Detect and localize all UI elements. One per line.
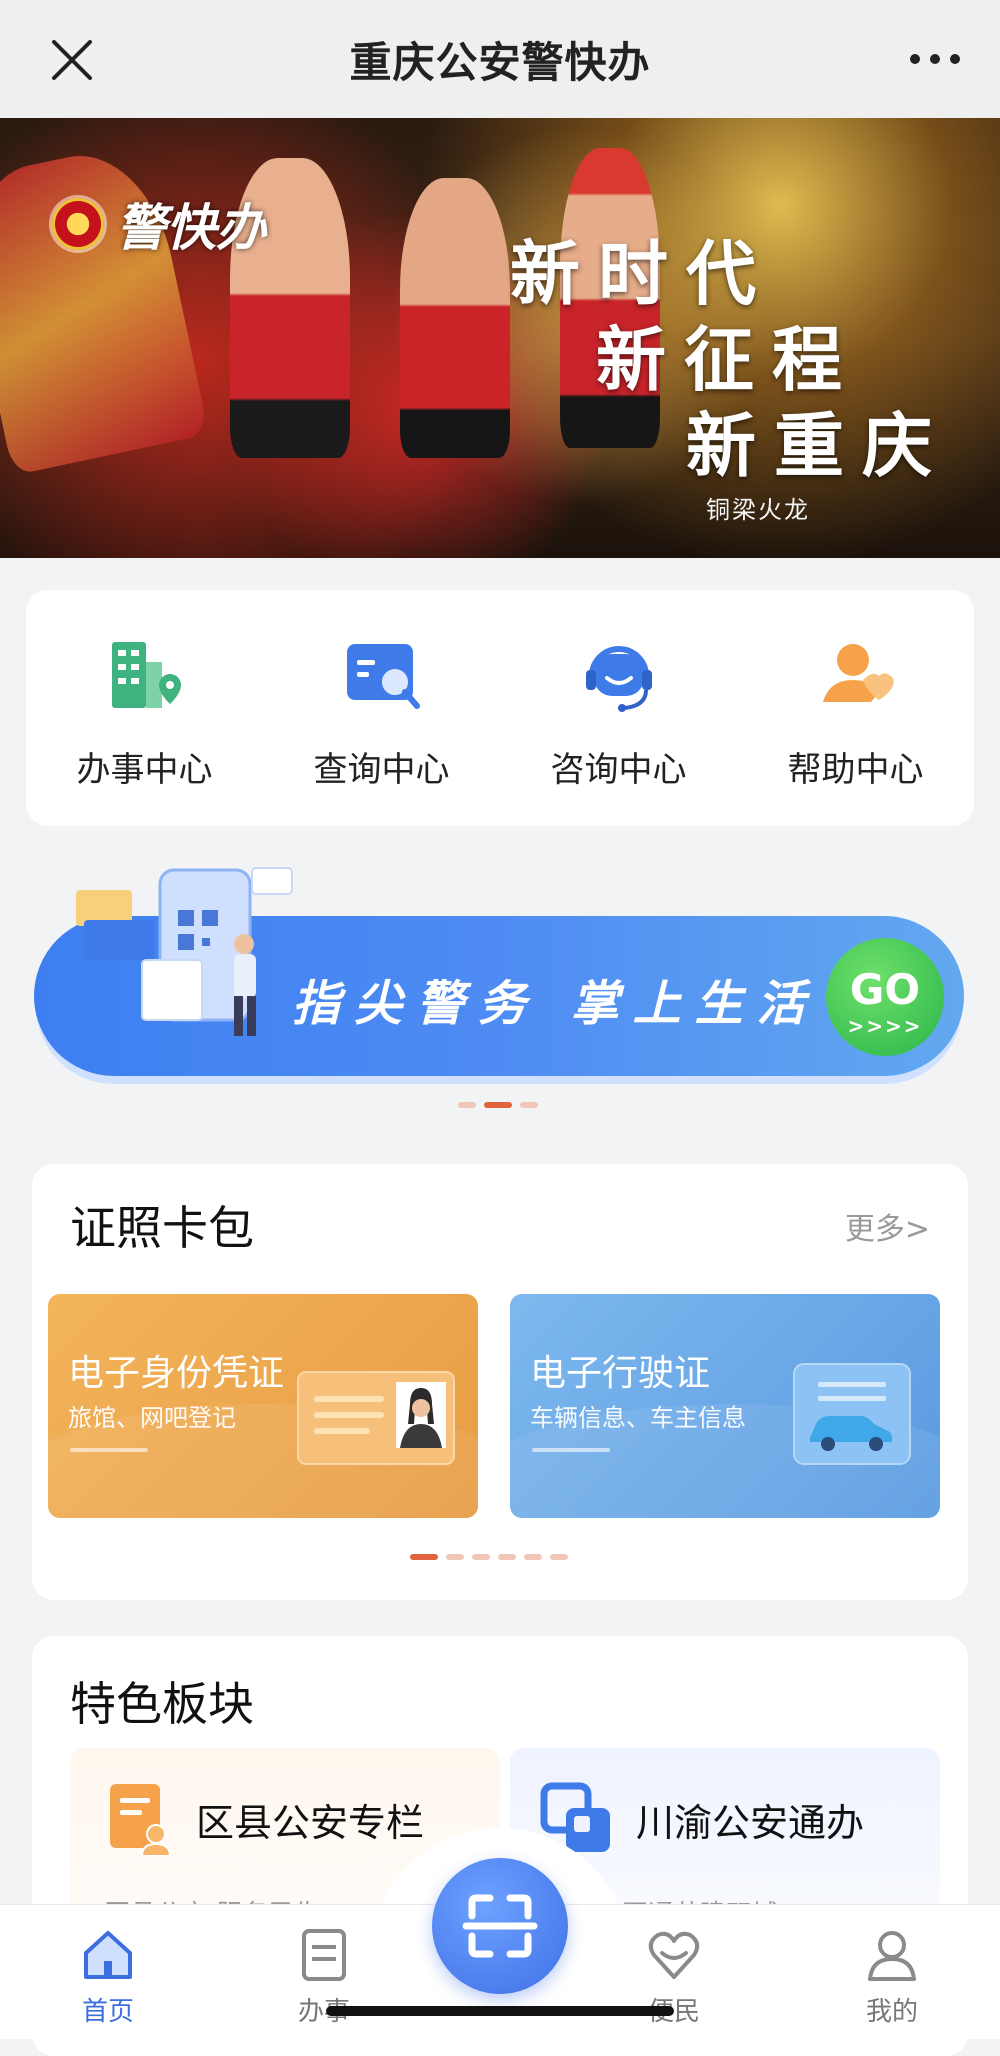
section-title: 证照卡包 xyxy=(70,1201,254,1255)
carousel-dot xyxy=(458,1102,476,1108)
license-name: 电子身份凭证 xyxy=(68,1353,285,1394)
carousel-dot-active xyxy=(484,1102,512,1108)
scan-button[interactable] xyxy=(432,1858,568,1994)
scan-icon xyxy=(462,1894,538,1958)
nav-label: 首页 xyxy=(81,1997,134,2027)
home-indicator xyxy=(326,2006,674,2016)
dancer-figure xyxy=(400,178,510,458)
top-bar: 重庆公安警快办 xyxy=(0,0,1000,118)
carousel-dot xyxy=(498,1554,516,1560)
go-arrows: >>>> xyxy=(847,1014,923,1038)
nav-item-convenience[interactable]: 便民 xyxy=(604,1905,744,2039)
wallet-carousel-dots xyxy=(410,1554,568,1560)
nav-item-mine[interactable]: 我的 xyxy=(822,1905,962,2039)
service-item-help[interactable]: 帮助中心 xyxy=(737,590,974,826)
service-label: 查询中心 xyxy=(313,750,450,790)
carousel-dot xyxy=(524,1554,542,1560)
phone-qr-illustration xyxy=(76,867,293,1036)
id-card-icon xyxy=(297,1371,455,1465)
search-document-icon xyxy=(347,644,420,709)
headset-icon xyxy=(586,646,652,712)
car-card-icon xyxy=(793,1363,911,1465)
license-sub: 车辆信息、车主信息 xyxy=(530,1404,746,1432)
document-icon xyxy=(302,1929,346,1981)
heart-icon xyxy=(648,1931,700,1979)
card-divider xyxy=(532,1448,610,1452)
service-item-consult[interactable]: 咨询中心 xyxy=(500,590,737,826)
nav-item-affairs[interactable]: 办事 xyxy=(254,1905,394,2039)
carousel-dot xyxy=(446,1554,464,1560)
hero-banner[interactable]: 警快办 新时代 新征程 新重庆 铜梁火龙 xyxy=(0,118,1000,558)
promo-text: 指尖警务 掌上生活 xyxy=(292,976,819,1032)
license-name: 电子行驶证 xyxy=(530,1353,711,1394)
carousel-dot-active xyxy=(410,1554,438,1560)
helping-hand-icon xyxy=(823,644,894,702)
license-wallet-section: 证照卡包 更多> 电子身份凭证 旅馆、网吧登记 电子行驶证 车辆信息、车主信息 xyxy=(32,1164,968,1600)
license-sub: 旅馆、网吧登记 xyxy=(68,1404,236,1432)
section-title: 特色板块 xyxy=(70,1677,254,1731)
police-emblem-icon xyxy=(52,198,104,250)
banner-caption: 铜梁火龙 xyxy=(706,496,810,524)
go-button[interactable]: GO >>>> xyxy=(826,938,944,1056)
district-document-icon xyxy=(110,1784,172,1857)
user-icon xyxy=(868,1931,916,1981)
service-center-card: 办事中心 查询中心 咨询中心 帮助中心 xyxy=(26,590,974,826)
nav-label: 我的 xyxy=(865,1997,918,2027)
feature-name: 区县公安专栏 xyxy=(196,1801,425,1845)
card-divider xyxy=(70,1448,148,1452)
more-link[interactable]: 更多> xyxy=(845,1204,930,1248)
logo-text: 警快办 xyxy=(116,199,266,257)
app-logo: 警快办 xyxy=(52,188,266,260)
service-label: 帮助中心 xyxy=(787,750,924,790)
promo-carousel-dots xyxy=(458,1102,538,1108)
service-item-query[interactable]: 查询中心 xyxy=(263,590,500,826)
slogan-line-3: 新重庆 xyxy=(686,404,950,487)
service-label: 咨询中心 xyxy=(550,750,687,790)
building-location-icon xyxy=(112,642,181,708)
promo-banner[interactable]: 指尖警务 掌上生活 GO >>>> xyxy=(32,860,968,1100)
license-card-vehicle[interactable]: 电子行驶证 车辆信息、车主信息 xyxy=(510,1294,940,1518)
home-icon xyxy=(84,1931,132,1979)
page-title: 重庆公安警快办 xyxy=(349,37,651,87)
carousel-dot xyxy=(472,1554,490,1560)
feature-name: 川渝公安通办 xyxy=(636,1801,865,1845)
service-label: 办事中心 xyxy=(76,750,213,790)
nav-item-home[interactable]: 首页 xyxy=(38,1905,178,2039)
carousel-dot xyxy=(520,1102,538,1108)
service-item-affairs[interactable]: 办事中心 xyxy=(26,590,263,826)
license-card-id[interactable]: 电子身份凭证 旅馆、网吧登记 xyxy=(48,1294,478,1518)
carousel-dot xyxy=(550,1554,568,1560)
close-icon[interactable] xyxy=(48,36,96,84)
more-icon[interactable] xyxy=(908,46,962,72)
